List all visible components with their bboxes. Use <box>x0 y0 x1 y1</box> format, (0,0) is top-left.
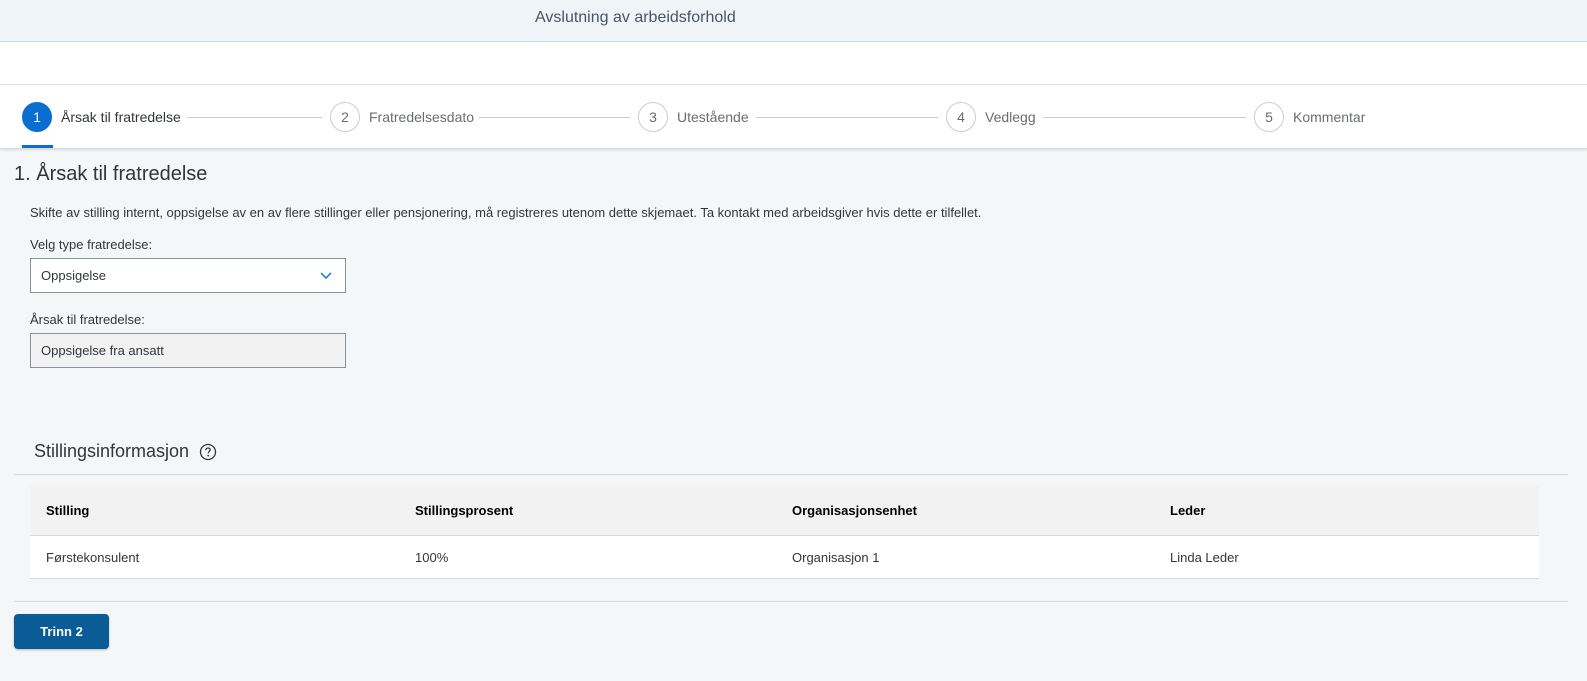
wizard-step-1[interactable]: 1 Årsak til fratredelse <box>22 101 181 133</box>
divider <box>14 601 1568 602</box>
table-header: Stilling Stillingsprosent Organisasjonse… <box>30 486 1539 536</box>
step-number: 4 <box>946 102 976 132</box>
step-label: Årsak til fratredelse <box>61 109 181 125</box>
column-header[interactable]: Organisasjonsenhet <box>792 486 917 535</box>
step-number: 3 <box>638 102 668 132</box>
step-connector <box>187 117 322 118</box>
table-cell: 100% <box>415 549 449 565</box>
wizard-step-4[interactable]: 4 Vedlegg <box>946 101 1036 133</box>
reason-field: Oppsigelse fra ansatt <box>30 333 346 368</box>
column-header[interactable]: Leder <box>1170 486 1205 535</box>
table-row[interactable]: Førstekonsulent 100% Organisasjon 1 Lind… <box>30 536 1539 579</box>
step-connector <box>479 117 630 118</box>
wizard-progress-bar: 1 Årsak til fratredelse 2 Fratredelsesda… <box>0 85 1587 148</box>
step-label: Vedlegg <box>985 109 1036 125</box>
column-header[interactable]: Stilling <box>46 486 89 535</box>
divider <box>14 474 1568 475</box>
section-title: 1. Årsak til fratredelse <box>14 163 208 185</box>
type-label: Velg type fratredelse: <box>30 237 153 252</box>
step-label: Kommentar <box>1293 109 1366 125</box>
step-label: Fratredelsesdato <box>369 109 475 125</box>
toolbar-area <box>0 42 1587 85</box>
step-number: 1 <box>22 102 52 132</box>
step-connector <box>1043 117 1246 118</box>
column-header[interactable]: Stillingsprosent <box>415 486 513 535</box>
active-step-indicator <box>22 145 53 148</box>
table-cell: Førstekonsulent <box>46 549 140 565</box>
app-header: Avslutning av arbeidsforhold <box>0 0 1587 42</box>
step-label: Utestående <box>677 109 749 125</box>
step-number: 5 <box>1254 102 1284 132</box>
wizard-step-3[interactable]: 3 Utestående <box>638 101 749 133</box>
select-value: Oppsigelse <box>41 268 107 283</box>
termination-type-select[interactable]: Oppsigelse <box>30 258 346 293</box>
wizard-step-2[interactable]: 2 Fratredelsesdato <box>330 101 474 133</box>
table-cell: Linda Leder <box>1170 549 1239 565</box>
position-info-label: Stillingsinformasjon <box>34 441 190 461</box>
app-title: Avslutning av arbeidsforhold <box>535 9 736 26</box>
step-number: 2 <box>330 102 360 132</box>
reason-label: Årsak til fratredelse: <box>30 312 145 327</box>
step-connector <box>756 117 938 118</box>
position-info-title: Stillingsinformasjon <box>34 441 217 462</box>
chevron-down-icon <box>320 272 332 279</box>
next-step-button[interactable]: Trinn 2 <box>14 614 109 649</box>
info-text: Skifte av stilling internt, oppsigelse a… <box>30 205 982 220</box>
position-table: Stilling Stillingsprosent Organisasjonse… <box>30 486 1539 579</box>
reason-value: Oppsigelse fra ansatt <box>41 343 164 358</box>
wizard-step-5[interactable]: 5 Kommentar <box>1254 101 1365 133</box>
question-circle-icon[interactable] <box>199 443 217 461</box>
table-cell: Organisasjon 1 <box>792 549 880 565</box>
